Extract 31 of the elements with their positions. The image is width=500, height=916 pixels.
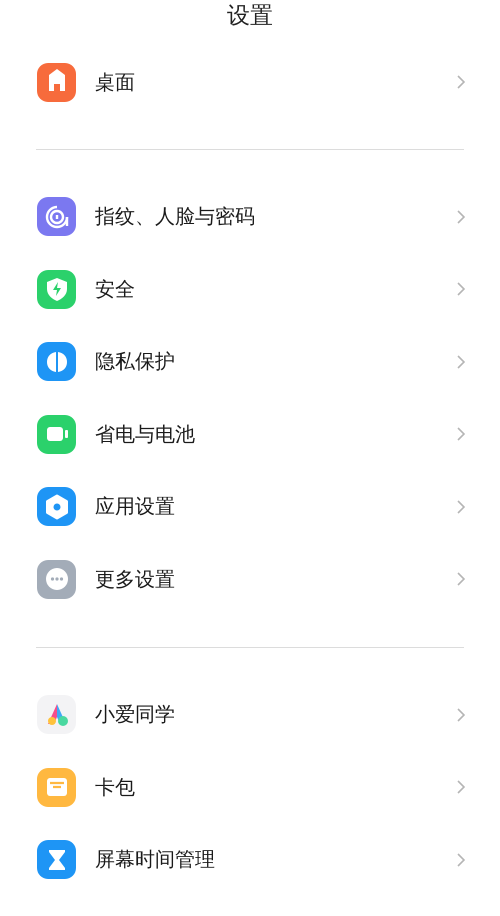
settings-row[interactable]: 更多设置	[0, 543, 500, 616]
chevron-icon	[456, 498, 466, 515]
page-title: 设置	[226, 2, 274, 31]
row-label: 屏幕时间管理	[95, 846, 216, 874]
chevron-icon	[456, 281, 466, 298]
row-label: 省电与电池	[95, 420, 196, 448]
chevron-icon	[456, 426, 466, 442]
chevron-icon	[456, 706, 466, 723]
row-label: 安全	[95, 276, 136, 303]
settings-row[interactable]: 桌面	[0, 46, 500, 118]
settings-row[interactable]: 卡包	[0, 751, 500, 824]
chevron-icon	[456, 208, 466, 225]
row-label: 小爱同学	[95, 701, 176, 728]
settings-row[interactable]: 屏幕时间管理	[0, 824, 500, 896]
chevron-icon	[456, 571, 466, 588]
row-label: 指纹、人脸与密码	[95, 203, 256, 230]
settings-row[interactable]: 小爱同学	[0, 678, 500, 751]
settings-row[interactable]: 省电与电池	[0, 398, 500, 470]
settings-row[interactable]: 隐私保护	[0, 326, 500, 398]
chevron-icon	[456, 74, 466, 90]
settings-row[interactable]: 安全	[0, 253, 500, 326]
chevron-icon	[456, 779, 466, 796]
row-label: 桌面	[95, 68, 136, 96]
chevron-icon	[456, 852, 466, 868]
settings-row[interactable]: 应用设置	[0, 470, 500, 543]
settings-row[interactable]: 指纹、人脸与密码	[0, 180, 500, 253]
row-label: 隐私保护	[95, 348, 176, 376]
chevron-icon	[456, 354, 466, 370]
row-label: 应用设置	[95, 493, 176, 520]
row-label: 卡包	[95, 774, 136, 801]
row-label: 更多设置	[95, 566, 176, 593]
